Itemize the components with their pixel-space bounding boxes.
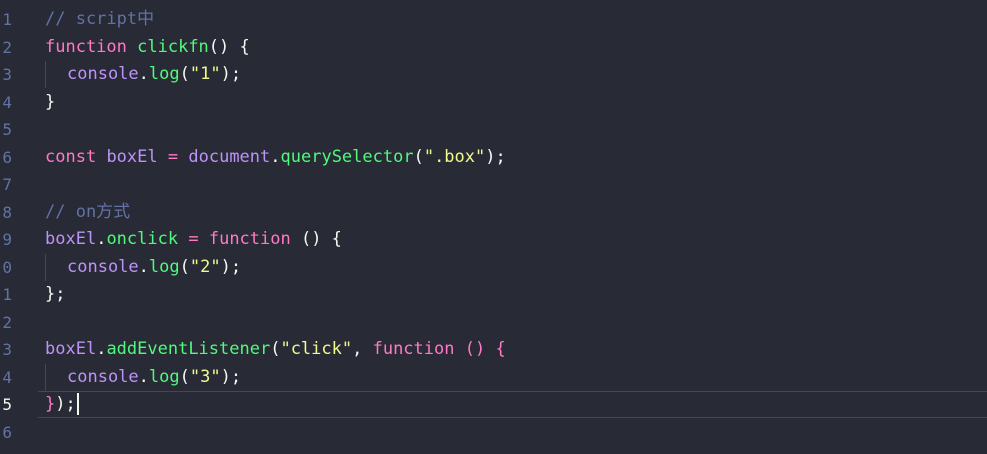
code-token: function [372,339,455,359]
code-line[interactable]: }; [45,281,65,308]
code-token: ); [485,146,506,167]
line-number: 1 [2,10,12,29]
code-token: () { [208,36,250,57]
code-line[interactable]: console.log("2"); [45,253,242,281]
line-number: 4 [2,92,12,112]
code-token: console [67,256,139,277]
code-token: log [148,64,180,84]
code-token: boxEl [106,146,158,167]
code-token: ".box" [423,146,486,167]
code-token: const [45,146,97,167]
code-line[interactable]: // on方式 [45,199,130,226]
code-token: console [67,64,139,84]
code-token: function [208,229,291,249]
code-token: ( [270,339,281,359]
code-token: ( [179,366,190,387]
code-area[interactable]: // script中 function clickfn() {console.lo… [45,0,975,454]
code-token: function [45,36,127,57]
code-token: ); [220,256,242,277]
line-number: 2 [2,312,12,332]
code-editor[interactable]: 1 2 3 4 5 6 7 8 9 0 1 2 3 4 5 6 // script中 function clic… [0,0,987,454]
code-token: boxEl [45,229,97,249]
code-token: ( [179,256,190,277]
line-number: 3 [2,340,12,359]
code-token: "2" [189,256,221,277]
code-token: () { [290,229,342,249]
code-token: "click" [280,339,353,359]
code-line[interactable]: console.log("3"); [45,363,242,391]
code-token: { [495,339,506,359]
code-token: log [148,366,180,387]
code-line[interactable]: }); [45,391,79,418]
code-token: // script中 [45,9,155,29]
code-token: } [45,394,56,414]
line-number: 6 [2,422,12,442]
line-number: 3 [2,65,12,84]
code-line[interactable]: } [45,89,55,116]
code-token: document [188,146,271,167]
line-number-gutter: 1 2 3 4 5 6 7 8 9 0 1 2 3 4 5 6 [0,0,30,454]
code-line[interactable]: console.log("1"); [45,61,241,88]
code-token: onclick [106,229,179,249]
code-token: . [96,339,107,359]
code-line[interactable]: function clickfn() { [45,34,250,61]
line-number: 4 [2,367,12,387]
code-token: , [352,339,373,359]
code-token: "3" [189,366,221,387]
code-token: querySelector [280,146,414,167]
code-token: }; [45,284,66,304]
line-number: 0 [2,257,12,277]
code-token: = [188,229,199,249]
code-token: ); [220,366,242,387]
code-token: log [148,256,180,277]
line-number: 8 [2,202,12,222]
code-token: "1" [189,64,221,84]
line-number: 9 [2,230,12,249]
code-token: clickfn [137,36,209,57]
line-number: 6 [2,147,12,167]
code-token: ( [413,146,424,167]
code-token: . [270,146,281,167]
code-line[interactable]: // script中 [45,6,154,33]
text-cursor [76,393,79,415]
line-number: 1 [2,285,12,304]
indent-guide [45,61,46,88]
code-token: . [138,64,149,84]
code-token: ); [220,64,242,84]
code-token: ); [55,394,76,414]
code-token: ( [179,64,190,84]
line-number: 5 [2,395,12,414]
code-line[interactable]: boxEl.addEventListener("click", function… [45,336,506,363]
code-token: . [96,229,107,249]
indent-guide [45,253,46,281]
code-line[interactable]: const boxEl = document.querySelector(".b… [45,144,506,171]
code-token: . [138,256,149,277]
code-line[interactable]: boxEl.onclick = function () { [45,226,342,253]
code-token: = [167,146,179,167]
code-token: . [138,366,149,387]
line-number: 2 [2,37,12,57]
code-token: addEventListener [106,339,271,359]
line-number: 5 [2,120,12,139]
indent-guide [45,363,46,391]
code-token: boxEl [45,339,97,359]
code-token: } [45,91,56,112]
code-token: // on方式 [45,201,131,222]
code-token: console [67,366,139,387]
code-token: () [464,339,486,359]
line-number: 7 [2,175,12,194]
